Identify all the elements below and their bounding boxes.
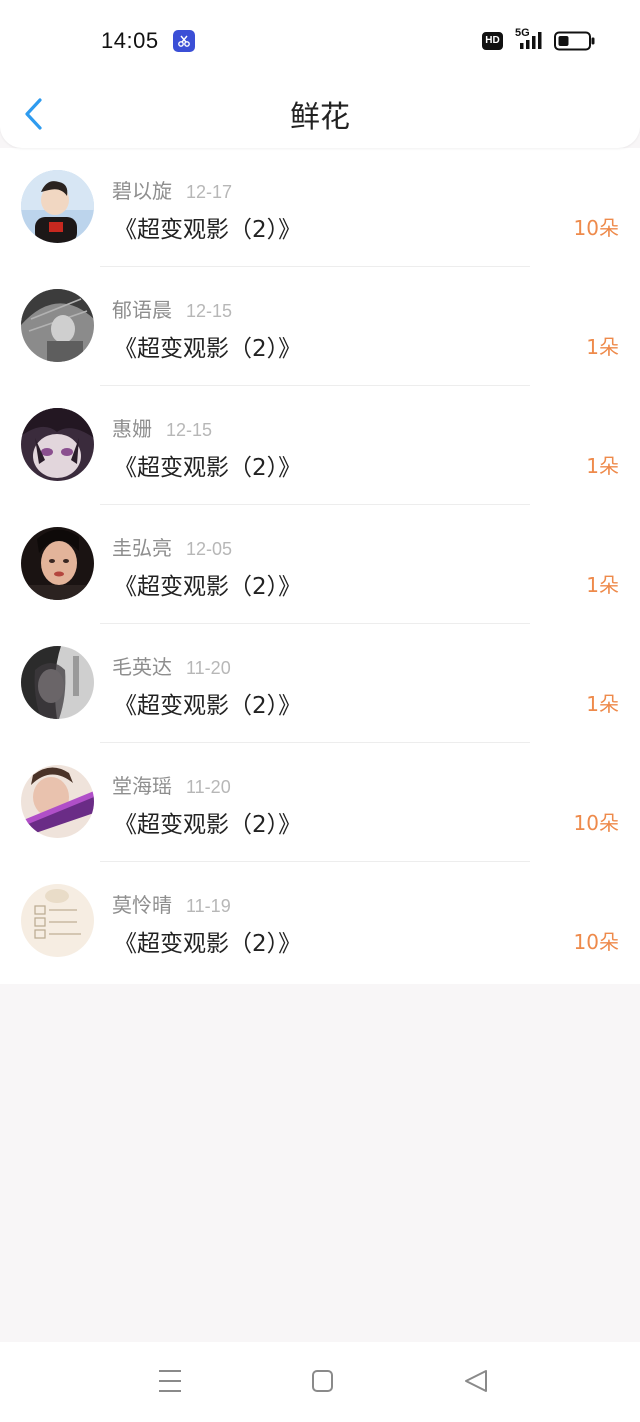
battery-icon <box>554 31 595 51</box>
gift-date: 12-05 <box>186 539 233 559</box>
back-triangle-icon[interactable] <box>456 1366 496 1396</box>
work-title: 《超变观影（2）》 <box>114 574 302 600</box>
flower-count: 10朵 <box>573 216 619 240</box>
hd-badge: HD <box>482 32 503 50</box>
avatar[interactable] <box>21 646 94 719</box>
flower-count: 1朵 <box>586 454 619 478</box>
home-square-icon[interactable] <box>302 1366 342 1396</box>
item-meta: 郁语晨 12-15 <box>112 294 232 324</box>
flower-list: 碧以旋 12-17 《超变观影（2）》 10朵 郁语晨 12-15 《超变观影（2）… <box>0 148 640 984</box>
list-item[interactable]: 郁语晨 12-15 《超变观影（2）》 1朵 <box>0 267 640 386</box>
gift-date: 11-20 <box>186 658 231 678</box>
flower-count: 1朵 <box>586 692 619 716</box>
user-name: 堂海瑶 <box>112 774 172 798</box>
gift-date: 12-15 <box>166 420 213 440</box>
status-bar: 14:05 HD 5G <box>0 0 640 80</box>
user-name: 毛英达 <box>112 655 172 679</box>
app-header: 14:05 HD 5G 鲜花 <box>0 0 640 148</box>
flower-count: 1朵 <box>586 573 619 597</box>
item-meta: 惠姗 12-15 <box>112 413 212 443</box>
gift-date: 11-19 <box>186 896 231 916</box>
work-title: 《超变观影（2）》 <box>114 693 302 719</box>
list-item[interactable]: 毛英达 11-20 《超变观影（2）》 1朵 <box>0 624 640 743</box>
gift-date: 12-17 <box>186 182 233 202</box>
list-item[interactable]: 堂海瑶 11-20 《超变观影（2）》 10朵 <box>0 743 640 862</box>
scissors-app-icon <box>173 30 195 52</box>
list-item[interactable]: 莫怜晴 11-19 《超变观影（2）》 10朵 <box>0 862 640 981</box>
page-title: 鲜花 <box>290 100 350 135</box>
user-name: 郁语晨 <box>112 298 172 322</box>
item-meta: 堂海瑶 11-20 <box>112 770 231 800</box>
signal-icon <box>520 32 542 49</box>
list-item[interactable]: 惠姗 12-15 《超变观影（2）》 1朵 <box>0 386 640 505</box>
item-meta: 圭弘亮 12-05 <box>112 532 232 562</box>
item-meta: 碧以旋 12-17 <box>112 175 232 205</box>
avatar[interactable] <box>21 765 94 838</box>
gift-date: 12-15 <box>186 301 233 321</box>
avatar[interactable] <box>21 408 94 481</box>
work-title: 《超变观影（2）》 <box>114 931 302 957</box>
avatar[interactable] <box>21 527 94 600</box>
avatar[interactable] <box>21 289 94 362</box>
flower-count: 10朵 <box>573 811 619 835</box>
user-name: 碧以旋 <box>112 179 172 203</box>
flower-count: 1朵 <box>586 335 619 359</box>
user-name: 莫怜晴 <box>112 893 172 917</box>
system-nav-bar <box>0 1342 640 1422</box>
work-title: 《超变观影（2）》 <box>114 812 302 838</box>
item-meta: 毛英达 11-20 <box>112 651 231 681</box>
menu-icon[interactable] <box>150 1366 190 1396</box>
list-item[interactable]: 圭弘亮 12-05 《超变观影（2）》 1朵 <box>0 505 640 624</box>
list-item[interactable]: 碧以旋 12-17 《超变观影（2）》 10朵 <box>0 148 640 267</box>
gift-date: 11-20 <box>186 777 231 797</box>
avatar[interactable] <box>21 170 94 243</box>
work-title: 《超变观影（2）》 <box>114 455 302 481</box>
work-title: 《超变观影（2）》 <box>114 336 302 362</box>
work-title: 《超变观影（2）》 <box>114 217 302 243</box>
user-name: 圭弘亮 <box>112 536 172 560</box>
item-meta: 莫怜晴 11-19 <box>112 889 231 919</box>
user-name: 惠姗 <box>112 417 152 441</box>
flower-count: 10朵 <box>573 930 619 954</box>
status-time: 14:05 <box>101 28 159 53</box>
avatar[interactable] <box>21 884 94 957</box>
